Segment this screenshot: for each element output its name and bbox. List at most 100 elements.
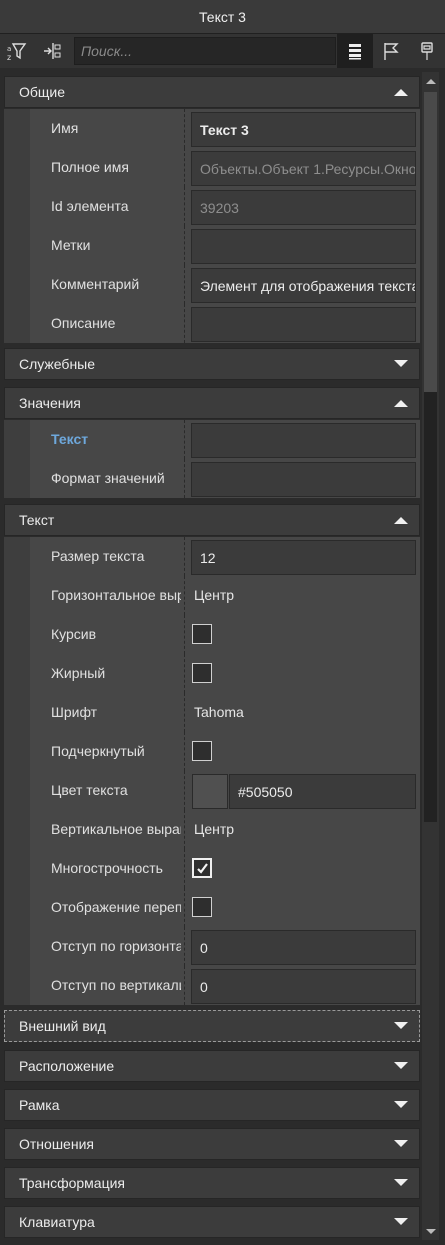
column-divider[interactable] <box>184 576 187 615</box>
prop-row-v-align: Вертикальное выравнивание Центр <box>4 810 420 849</box>
section-appearance-title: Внешний вид <box>19 1018 106 1034</box>
column-divider[interactable] <box>184 888 187 927</box>
prop-label: Полное имя <box>51 159 129 175</box>
prop-row-comment: Комментарий Элемент для отображения текс… <box>4 265 420 304</box>
prop-label: Вертикальное выравнивание <box>51 821 181 837</box>
text-color-field[interactable]: #505050 <box>229 774 416 809</box>
prop-label: Курсив <box>51 626 97 642</box>
section-location[interactable]: Расположение <box>4 1050 420 1082</box>
prop-row-fullname: Полное имя Объекты.Объект 1.Ресурсы.Окно… <box>4 148 420 187</box>
section-service[interactable]: Служебные <box>4 348 420 380</box>
color-swatch[interactable] <box>192 774 228 809</box>
checkmark-icon <box>197 863 208 874</box>
h-align-select[interactable]: Центр <box>194 576 234 615</box>
search-input[interactable]: Поиск... <box>74 37 336 65</box>
prop-row-v-padding: Отступ по вертикали 0 <box>4 966 420 1005</box>
section-appearance[interactable]: Внешний вид <box>4 1010 420 1042</box>
chevron-up-icon <box>394 400 408 407</box>
scroll-down-button[interactable] <box>422 1222 439 1240</box>
section-relations-title: Отношения <box>19 1136 94 1152</box>
text-value-field[interactable] <box>191 423 416 458</box>
section-service-title: Служебные <box>19 356 96 372</box>
italic-checkbox[interactable] <box>192 624 212 644</box>
search-placeholder: Поиск... <box>81 43 132 59</box>
prop-label: Имя <box>51 120 79 136</box>
prop-label: Комментарий <box>51 276 140 292</box>
section-text-title: Текст <box>19 512 55 528</box>
section-transform-title: Трансформация <box>19 1175 125 1191</box>
name-field[interactable]: Текст 3 <box>191 112 416 147</box>
prop-row-font: Шрифт Tahoma <box>4 693 420 732</box>
column-divider[interactable] <box>184 654 187 693</box>
column-divider[interactable] <box>184 109 187 148</box>
section-relations[interactable]: Отношения <box>4 1128 420 1160</box>
overflow-checkbox[interactable] <box>192 897 212 917</box>
window-title-bar: Текст 3 <box>0 0 445 34</box>
prop-row-description: Описание <box>4 304 420 343</box>
column-divider[interactable] <box>184 459 187 498</box>
column-divider[interactable] <box>184 927 187 966</box>
column-divider[interactable] <box>184 849 187 888</box>
value-format-field[interactable] <box>191 462 416 497</box>
description-field[interactable] <box>191 307 416 342</box>
sort-filter-button[interactable]: za <box>0 34 34 68</box>
flag-button[interactable] <box>373 34 409 68</box>
scroll-up-button[interactable] <box>422 72 439 90</box>
prop-label: Текст <box>51 431 89 447</box>
prop-label: Жирный <box>51 665 106 681</box>
column-divider[interactable] <box>184 810 187 849</box>
column-divider[interactable] <box>184 966 187 1005</box>
chevron-up-icon <box>394 89 408 96</box>
prop-label: Цвет текста <box>51 782 128 798</box>
section-values[interactable]: Значения <box>4 387 420 419</box>
underline-checkbox[interactable] <box>192 741 212 761</box>
section-keyboard[interactable]: Клавиатура <box>4 1206 420 1238</box>
prop-row-h-align: Горизонтальное выравнивание Центр <box>4 576 420 615</box>
section-keyboard-title: Клавиатура <box>19 1214 95 1230</box>
column-divider[interactable] <box>184 420 187 459</box>
list-view-button[interactable] <box>337 34 373 68</box>
v-padding-field[interactable]: 0 <box>191 969 416 1004</box>
chevron-down-icon <box>394 1179 408 1186</box>
font-select[interactable]: Tahoma <box>194 693 244 732</box>
column-divider[interactable] <box>184 771 187 810</box>
scrollbar-thumb[interactable] <box>424 92 437 392</box>
font-size-field[interactable]: 12 <box>191 540 416 575</box>
chevron-down-icon <box>394 1140 408 1147</box>
column-divider[interactable] <box>184 226 187 265</box>
prop-row-value-format: Формат значений <box>4 459 420 498</box>
section-frame[interactable]: Рамка <box>4 1089 420 1121</box>
element-id-field: 39203 <box>191 190 416 225</box>
bold-checkbox[interactable] <box>192 663 212 683</box>
column-divider[interactable] <box>184 732 187 771</box>
sort-filter-icon: za <box>7 43 27 62</box>
h-padding-field[interactable]: 0 <box>191 930 416 965</box>
pin-button[interactable] <box>409 34 445 68</box>
column-divider[interactable] <box>184 265 187 304</box>
chevron-down-icon <box>394 1022 408 1029</box>
full-name-field: Объекты.Объект 1.Ресурсы.Окно 3.Текст 3 <box>191 151 416 186</box>
tags-field[interactable] <box>191 229 416 264</box>
vertical-scrollbar[interactable] <box>422 72 439 1240</box>
section-general[interactable]: Общие <box>4 76 420 108</box>
column-divider[interactable] <box>184 304 187 343</box>
collapse-all-button[interactable] <box>34 34 68 68</box>
column-divider[interactable] <box>184 148 187 187</box>
prop-row-underline: Подчеркнутый <box>4 732 420 771</box>
section-transform[interactable]: Трансформация <box>4 1167 420 1199</box>
comment-field[interactable]: Элемент для отображения текста <box>191 268 416 303</box>
chevron-down-icon <box>394 1062 408 1069</box>
section-general-title: Общие <box>19 84 66 100</box>
prop-label: Многострочность <box>51 860 163 876</box>
column-divider[interactable] <box>184 187 187 226</box>
multiline-checkbox[interactable] <box>192 858 212 878</box>
chevron-down-icon <box>394 1101 408 1108</box>
prop-row-multiline: Многострочность <box>4 849 420 888</box>
list-view-icon <box>349 44 361 60</box>
v-align-select[interactable]: Центр <box>194 810 234 849</box>
column-divider[interactable] <box>184 537 187 576</box>
section-text[interactable]: Текст <box>4 504 420 536</box>
column-divider[interactable] <box>184 693 187 732</box>
column-divider[interactable] <box>184 615 187 654</box>
flag-icon <box>384 43 399 60</box>
